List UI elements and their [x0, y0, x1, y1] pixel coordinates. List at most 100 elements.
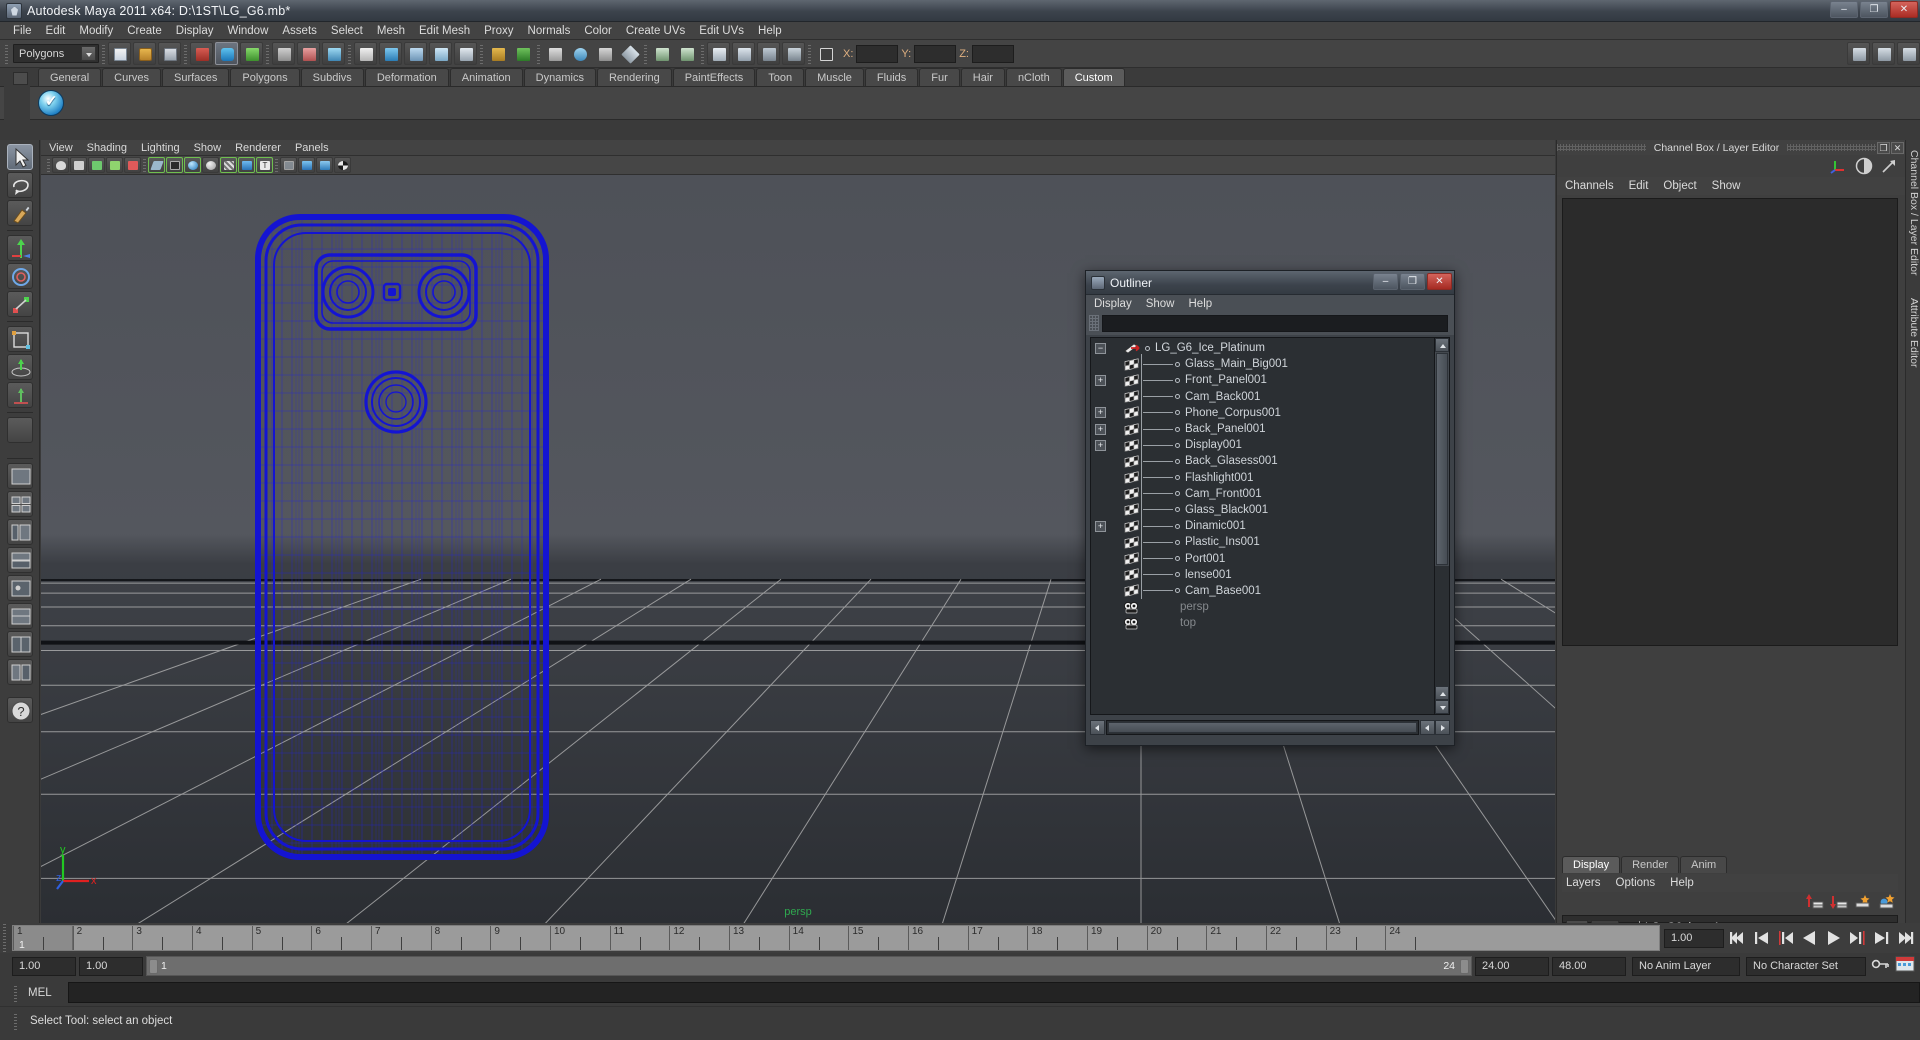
show-hide-attributes-button[interactable] — [1872, 42, 1895, 65]
go-to-end-button[interactable] — [1895, 928, 1916, 948]
bookmark-button[interactable] — [88, 157, 105, 173]
shelf-item-check-icon[interactable] — [38, 90, 64, 116]
smooth-shade-all-button[interactable] — [184, 157, 201, 173]
outliner-close-icon[interactable]: ✕ — [1427, 273, 1452, 290]
surfaces-mask-button[interactable] — [354, 42, 377, 65]
rendering-mask-button[interactable] — [429, 42, 452, 65]
viewport-menu-lighting[interactable]: Lighting — [141, 142, 194, 154]
outliner-item-label[interactable]: Glass_Black001 — [1185, 504, 1268, 516]
auto-key-button[interactable] — [1869, 955, 1891, 978]
outliner-row[interactable]: − LG_G6_Ice_Platinum — [1091, 340, 1434, 356]
shelf-tab-hair[interactable]: Hair — [960, 68, 1005, 86]
viewport-menu-show[interactable]: Show — [194, 142, 236, 154]
outliner-scroll-thumb[interactable] — [1436, 353, 1448, 565]
anim-layer-select[interactable]: No Anim Layer — [1632, 956, 1740, 976]
dock-grip-right[interactable] — [1787, 144, 1876, 151]
dynamics-mask-button[interactable] — [404, 42, 427, 65]
scroll-left-2-icon[interactable] — [1420, 719, 1435, 735]
construction-history-button[interactable] — [618, 42, 641, 65]
new-scene-button[interactable] — [108, 42, 131, 65]
command-line-grip[interactable] — [12, 983, 22, 1002]
half-circle-toggle-icon[interactable] — [1855, 157, 1873, 175]
close-icon[interactable]: ✕ — [1890, 1, 1918, 18]
menu-item-display[interactable]: Display — [169, 24, 221, 38]
scroll-up-bottom-icon[interactable] — [1435, 686, 1449, 700]
minimize-icon[interactable]: – — [1830, 1, 1858, 18]
range-left-handle[interactable] — [149, 959, 158, 974]
outliner-row[interactable]: + Dinamic001 — [1091, 518, 1434, 534]
uv-texture-layout-button[interactable] — [6, 631, 33, 657]
shelf-tab-painteffects[interactable]: PaintEffects — [672, 68, 756, 86]
shelf-tab-fur[interactable]: Fur — [919, 68, 960, 86]
layer-tab-anim[interactable]: Anim — [1680, 856, 1728, 873]
outliner-horizontal-scrollbar[interactable] — [1090, 719, 1450, 735]
outliner-item-label[interactable]: top — [1180, 617, 1196, 629]
transform-axis-button[interactable] — [814, 42, 837, 65]
two-pane-layout-button[interactable] — [6, 659, 33, 685]
paint-select-tool-button[interactable] — [6, 200, 33, 226]
playback-end-field[interactable]: 24.00 — [1475, 956, 1549, 976]
snap-to-curve-button[interactable] — [511, 42, 534, 65]
toolbar-gripper[interactable] — [4, 42, 11, 65]
layer-menu-help[interactable]: Help — [1670, 877, 1694, 889]
channel-menu-object[interactable]: Object — [1663, 180, 1696, 192]
hardware-texturing-button[interactable] — [238, 157, 255, 173]
high-quality-render-button[interactable] — [334, 157, 351, 173]
help-line-grip[interactable] — [12, 1011, 22, 1030]
outliner-item-label[interactable]: LG_G6_Ice_Platinum — [1155, 342, 1265, 354]
outliner-row[interactable]: Cam_Back001 — [1091, 389, 1434, 405]
open-scene-button[interactable] — [133, 42, 156, 65]
snap-to-point-button[interactable] — [543, 42, 566, 65]
channel-menu-channels[interactable]: Channels — [1565, 180, 1614, 192]
move-layer-up-icon[interactable] — [1806, 894, 1824, 910]
expand-icon[interactable]: + — [1095, 520, 1106, 532]
shelf-tab-fluids[interactable]: Fluids — [864, 68, 919, 86]
outliner-item-label[interactable]: Port001 — [1185, 553, 1225, 565]
outliner-row[interactable]: + Display001 — [1091, 437, 1434, 453]
persp-graph-layout-button[interactable] — [6, 547, 33, 573]
outliner-item-label[interactable]: persp — [1180, 601, 1209, 613]
render-view-button[interactable] — [650, 42, 673, 65]
shelf-tab-toon[interactable]: Toon — [756, 68, 805, 86]
last-tool-used-button[interactable] — [6, 417, 33, 443]
step-forward-key-button[interactable] — [1871, 928, 1892, 948]
smooth-mesh-preview-button[interactable] — [316, 157, 333, 173]
layer-menu-layers[interactable]: Layers — [1566, 877, 1601, 889]
smooth-shade-selected-button[interactable] — [202, 157, 219, 173]
menu-item-create-uvs[interactable]: Create UVs — [619, 24, 692, 38]
outliner-row[interactable]: top — [1091, 615, 1434, 631]
outliner-row[interactable]: + Phone_Corpus001 — [1091, 405, 1434, 421]
layer-menu-options[interactable]: Options — [1616, 877, 1656, 889]
outliner-row[interactable]: persp — [1091, 599, 1434, 615]
play-forwards-button[interactable] — [1823, 928, 1844, 948]
ipr-render-button[interactable] — [675, 42, 698, 65]
scroll-down-icon[interactable] — [1435, 700, 1449, 714]
four-view-layout-button[interactable] — [6, 491, 33, 517]
outliner-item-label[interactable]: Display001 — [1185, 439, 1242, 451]
scroll-right-icon[interactable] — [1435, 719, 1450, 735]
hypershade-button[interactable] — [732, 42, 755, 65]
layer-tab-render[interactable]: Render — [1621, 856, 1680, 873]
channel-box-list[interactable] — [1562, 198, 1898, 646]
xray-display-button[interactable] — [280, 157, 297, 173]
menu-item-color[interactable]: Color — [577, 24, 618, 38]
anim-end-field[interactable]: 48.00 — [1552, 956, 1626, 976]
outliner-h-thumb[interactable] — [1108, 721, 1417, 733]
step-forward-frame-button[interactable] — [1847, 928, 1868, 948]
image-plane-button[interactable] — [106, 157, 123, 173]
misc-mask-button[interactable] — [454, 42, 477, 65]
dock-close-icon[interactable]: ✕ — [1891, 141, 1904, 154]
shaded-wireframe-button[interactable] — [220, 157, 237, 173]
make-live-button[interactable] — [593, 42, 616, 65]
maximize-icon[interactable]: ❐ — [1860, 1, 1888, 18]
outliner-row[interactable]: lense001 — [1091, 567, 1434, 583]
viewport-menu-shading[interactable]: Shading — [87, 142, 141, 154]
time-slider[interactable]: 1 1 2 3 4 5 6 7 8 9 10 11 12 13 14 15 16 17 18 19 20 21 22 23 2… — [12, 925, 1660, 951]
outliner-row[interactable]: + Back_Panel001 — [1091, 421, 1434, 437]
command-input[interactable] — [68, 982, 1920, 1003]
z-input[interactable] — [971, 44, 1014, 63]
handle-mask-button[interactable] — [272, 42, 295, 65]
viewport-menu-renderer[interactable]: Renderer — [235, 142, 295, 154]
expand-icon[interactable]: + — [1095, 374, 1106, 386]
outliner-row[interactable]: Plastic_Ins001 — [1091, 534, 1434, 550]
